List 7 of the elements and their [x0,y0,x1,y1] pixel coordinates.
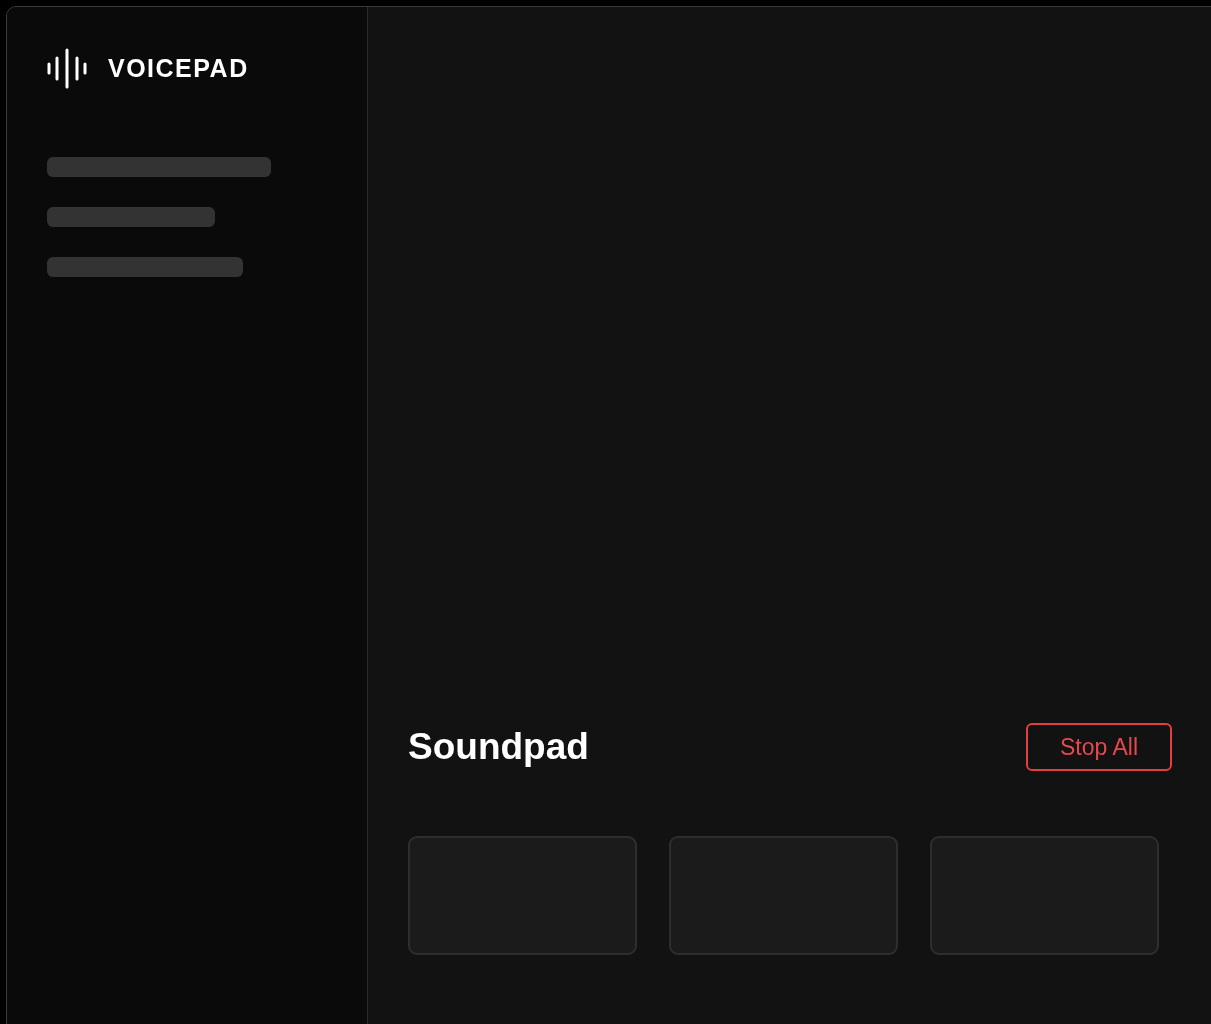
brand-name: VOICEPAD [108,52,249,84]
sound-pad[interactable] [669,835,898,955]
sound-wave-icon [47,48,88,89]
sound-pad[interactable] [408,835,637,955]
stop-all-button[interactable]: Stop All [1026,722,1172,771]
section-title: Soundpad [408,725,589,769]
sound-pad[interactable] [930,835,1159,955]
